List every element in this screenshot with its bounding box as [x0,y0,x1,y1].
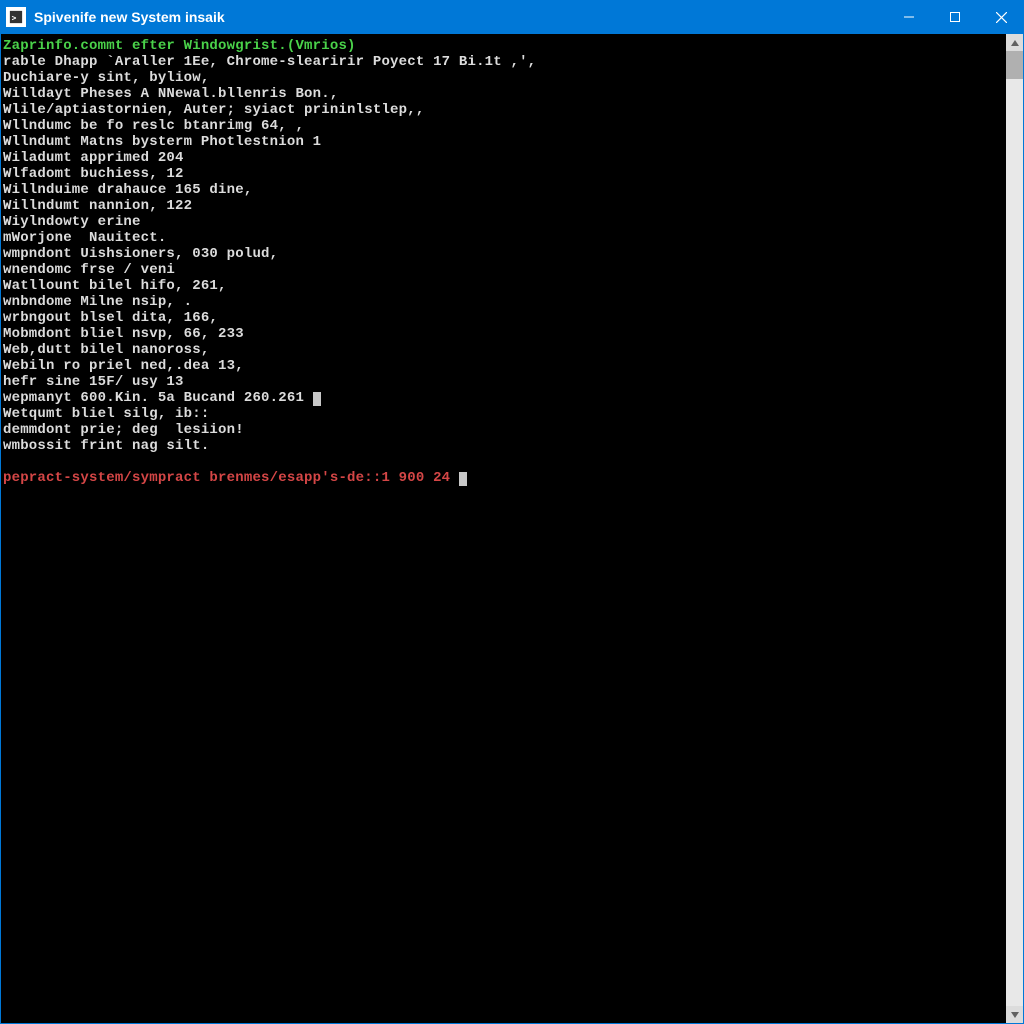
terminal-line: wmbossit frint nag silt. [3,438,1002,454]
scroll-down-button[interactable] [1006,1006,1023,1023]
cursor-mark [313,392,321,406]
terminal-line: wepmanyt 600.Kin. 5a Bucand 260.261 [3,390,1002,406]
terminal-line: Wetqumt bliel silg, ib:: [3,406,1002,422]
terminal-line: Web,dutt bilel nanoross, [3,342,1002,358]
close-button[interactable] [978,0,1024,34]
scroll-up-button[interactable] [1006,34,1023,51]
terminal-line: wrbngout blsel dita, 166, [3,310,1002,326]
svg-text:>: > [12,14,17,23]
terminal-line: Willdayt Pheses A NNewal.bllenris Bon., [3,86,1002,102]
scroll-thumb[interactable] [1006,51,1023,79]
terminal-line: wnendomc frse / veni [3,262,1002,278]
terminal-line: wnbndome Milne nsip, . [3,294,1002,310]
titlebar[interactable]: > Spivenife new System insaik [0,0,1024,34]
terminal-line: Wiylndowty erine [3,214,1002,230]
terminal-cursor [459,472,467,486]
scroll-track[interactable] [1006,51,1023,1006]
terminal-header: Zaprinfo.commt efter Windowgrist.(Vmrios… [3,38,1002,54]
minimize-button[interactable] [886,0,932,34]
window-controls [886,0,1024,34]
terminal-line: wmpndont Uishsioners, 030 polud, [3,246,1002,262]
terminal-line: Wlfadomt buchiess, 12 [3,166,1002,182]
terminal-line: Wllndumt Matns bysterm Photlestnion 1 [3,134,1002,150]
terminal-output[interactable]: Zaprinfo.commt efter Windowgrist.(Vmrios… [1,34,1006,1023]
terminal-line: Wlile/aptiastornien, Auter; syiact prini… [3,102,1002,118]
app-window: > Spivenife new System insaik Zaprinfo.c… [0,0,1024,1024]
terminal-line: Mobmdont bliel nsvp, 66, 233 [3,326,1002,342]
vertical-scrollbar[interactable] [1006,34,1023,1023]
terminal-line: Webiln ro priel ned,.dea 13, [3,358,1002,374]
terminal-line: hefr sine 15F/ usy 13 [3,374,1002,390]
client-area: Zaprinfo.commt efter Windowgrist.(Vmrios… [0,34,1024,1024]
terminal-line: Watllount bilel hifo, 261, [3,278,1002,294]
app-icon: > [6,7,26,27]
terminal-line: rable Dhapp `Araller 1Ee, Chrome-slearir… [3,54,1002,70]
terminal-line: Willnduime drahauce 165 dine, [3,182,1002,198]
prompt-line: pepract-system/sympract brenmes/esapp's-… [3,470,1002,486]
terminal-line: demmdont prie; deg lesiion! [3,422,1002,438]
maximize-button[interactable] [932,0,978,34]
window-title: Spivenife new System insaik [34,9,886,25]
terminal-line: mWorjone Nauitect. [3,230,1002,246]
terminal-line: Wllndumc be fo reslc btanrimg 64, , [3,118,1002,134]
terminal-prompt: pepract-system/sympract brenmes/esapp's-… [3,470,459,486]
terminal-line: Wiladumt apprimed 204 [3,150,1002,166]
blank-line [3,454,1002,470]
terminal-line: Duchiare-y sint, byliow, [3,70,1002,86]
terminal-line: Willndumt nannion, 122 [3,198,1002,214]
